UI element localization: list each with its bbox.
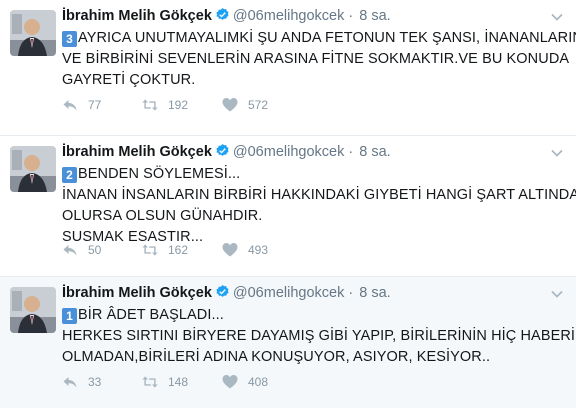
reply-icon bbox=[63, 377, 77, 388]
reply-count: 50 bbox=[88, 243, 102, 257]
retweet-count: 148 bbox=[168, 375, 189, 389]
tweet-text-line: İNANAN İNSANLARIN BİRBİRİ HAKKINDAKİ GIY… bbox=[62, 187, 576, 203]
reply-count: 77 bbox=[88, 98, 102, 112]
tweet-text-line: 1 BİR ÂDET BAŞLADI... bbox=[62, 305, 568, 326]
timestamp[interactable]: 8 sa. bbox=[359, 144, 390, 160]
retweet-count: 192 bbox=[168, 98, 189, 112]
tweet[interactable]: İbrahim Melih Gökçek @06melihgokcek · 8 s… bbox=[0, 136, 576, 277]
tweet-text-line: OLURSA OLSUN GÜNAHDIR. bbox=[62, 208, 263, 224]
verified-badge-icon bbox=[216, 284, 229, 297]
heart-icon bbox=[222, 375, 238, 389]
tweet[interactable]: İbrahim Melih Gökçek @06melihgokcek · 8 s… bbox=[0, 0, 576, 136]
reply-icon bbox=[63, 100, 77, 111]
retweet-icon bbox=[142, 99, 158, 111]
tweet-actions: 77 192 572 bbox=[62, 97, 302, 113]
heart-icon bbox=[222, 243, 238, 257]
user-handle[interactable]: @06melihgokcek bbox=[233, 8, 344, 24]
reply-button[interactable]: 33 bbox=[62, 374, 142, 390]
avatar[interactable] bbox=[10, 146, 56, 192]
tweet-text-segment: AYRICA UNUTMAYALIMKİ ŞU ANDA FETONUN TEK… bbox=[78, 30, 576, 46]
avatar[interactable] bbox=[10, 10, 56, 56]
chevron-down-icon[interactable] bbox=[550, 146, 564, 160]
retweet-icon bbox=[142, 244, 158, 256]
number-badge: 1 bbox=[62, 308, 77, 324]
number-badge: 3 bbox=[62, 31, 77, 47]
chevron-down-icon[interactable] bbox=[550, 10, 564, 24]
verified-badge-icon bbox=[216, 7, 229, 20]
tweet-text: 1 BİR ÂDET BAŞLADI... HERKES SIRTINI BİRY… bbox=[62, 305, 576, 368]
tweet-text-line: VE BİRBİRİNİ SEVENLERİN ARASINA FİTNE SO… bbox=[62, 51, 570, 67]
timestamp[interactable]: 8 sa. bbox=[359, 8, 390, 24]
tweet-text-line: GAYRETİ ÇOKTUR. bbox=[62, 72, 196, 88]
like-button[interactable]: 572 bbox=[222, 97, 302, 113]
tweet-text-line: 2 BENDEN SÖYLEMESİ... bbox=[62, 164, 568, 185]
timeline: İbrahim Melih Gökçek @06melihgokcek · 8 s… bbox=[0, 0, 576, 408]
tweet-text: 2 BENDEN SÖYLEMESİ... İNANAN İNSANLARIN B… bbox=[62, 164, 576, 248]
retweet-count: 162 bbox=[168, 243, 189, 257]
tweet-text: 3 AYRICA UNUTMAYALIMKİ ŞU ANDA FETONUN TE… bbox=[62, 28, 576, 91]
user-name[interactable]: İbrahim Melih Gökçek bbox=[62, 285, 212, 301]
verified-badge-icon bbox=[216, 143, 229, 156]
reply-button[interactable]: 50 bbox=[62, 242, 142, 258]
tweet-actions: 33 148 408 bbox=[62, 374, 302, 390]
tweet-text-line: HERKES SIRTINI BİRYERE DAYAMIŞ GİBİ YAPI… bbox=[62, 328, 576, 344]
reply-button[interactable]: 77 bbox=[62, 97, 142, 113]
reply-icon bbox=[63, 245, 77, 256]
retweet-button[interactable]: 148 bbox=[142, 374, 222, 390]
tweet-text-segment: BİR ÂDET BAŞLADI... bbox=[78, 307, 224, 323]
timestamp[interactable]: 8 sa. bbox=[359, 285, 390, 301]
retweet-icon bbox=[142, 376, 158, 388]
user-handle[interactable]: @06melihgokcek bbox=[233, 144, 344, 160]
like-count: 572 bbox=[248, 98, 269, 112]
tweet-text-segment: BENDEN SÖYLEMESİ... bbox=[78, 166, 241, 182]
like-count: 493 bbox=[248, 243, 269, 257]
like-button[interactable]: 408 bbox=[222, 374, 302, 390]
avatar[interactable] bbox=[10, 287, 56, 333]
user-name[interactable]: İbrahim Melih Gökçek bbox=[62, 144, 212, 160]
chevron-down-icon[interactable] bbox=[550, 287, 564, 301]
tweet-actions: 50 162 493 bbox=[62, 242, 302, 258]
user-name[interactable]: İbrahim Melih Gökçek bbox=[62, 8, 212, 24]
tweet-header: İbrahim Melih Gökçek @06melihgokcek · 8 s… bbox=[62, 142, 568, 162]
separator-dot: · bbox=[348, 8, 354, 24]
number-badge: 2 bbox=[62, 167, 77, 183]
tweet[interactable]: İbrahim Melih Gökçek @06melihgokcek · 8 s… bbox=[0, 277, 576, 408]
tweet-text-line: 3 AYRICA UNUTMAYALIMKİ ŞU ANDA FETONUN TE… bbox=[62, 28, 576, 49]
like-button[interactable]: 493 bbox=[222, 242, 302, 258]
like-count: 408 bbox=[248, 375, 269, 389]
tweet-header: İbrahim Melih Gökçek @06melihgokcek · 8 s… bbox=[62, 6, 568, 26]
reply-count: 33 bbox=[88, 375, 102, 389]
separator-dot: · bbox=[348, 285, 354, 301]
heart-icon bbox=[222, 98, 238, 112]
retweet-button[interactable]: 192 bbox=[142, 97, 222, 113]
tweet-header: İbrahim Melih Gökçek @06melihgokcek · 8 s… bbox=[62, 283, 568, 303]
user-handle[interactable]: @06melihgokcek bbox=[233, 285, 344, 301]
separator-dot: · bbox=[348, 144, 354, 160]
retweet-button[interactable]: 162 bbox=[142, 242, 222, 258]
tweet-text-line: OLMADAN,BİRİLERİ ADINA KONUŞUYOR, ASIYOR… bbox=[62, 349, 491, 365]
